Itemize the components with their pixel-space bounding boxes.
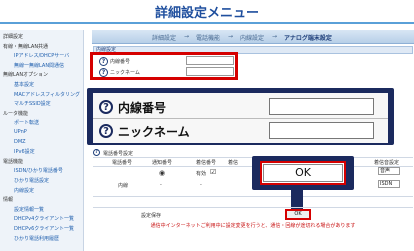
breadcrumb-current: アナログ端末設定 — [284, 35, 332, 42]
sidebar-link[interactable]: 設定情報一覧 — [14, 206, 94, 213]
sidebar-link[interactable]: マルチSSID設定 — [14, 100, 94, 107]
breadcrumb-item[interactable]: 詳細設定 — [152, 33, 176, 42]
ok-button-zoomed[interactable]: OK — [260, 161, 346, 185]
zoom-callout: ? 内線番号 ? ニックネーム — [87, 88, 394, 145]
breadcrumb-separator: → — [184, 33, 190, 40]
page-title: 詳細設定メニュー — [154, 6, 259, 21]
breadcrumb-item[interactable]: 電話機能 — [196, 33, 220, 42]
extension-row-label: 内線 — [118, 183, 129, 189]
sidebar-link[interactable]: ひかり電話利用履歴 — [14, 235, 94, 242]
breadcrumb-item[interactable]: 内線設定 — [240, 33, 264, 42]
help-icon[interactable]: ? — [99, 124, 113, 138]
zoom-nickname-label: ニックネーム — [118, 125, 190, 139]
help-icon[interactable]: ? — [99, 100, 113, 114]
col-notify-number: 通知番号 — [152, 160, 173, 166]
col-ring-setting: 着信音設定 — [374, 160, 400, 166]
sidebar-category[interactable]: 電話機能 — [3, 158, 83, 165]
line-select[interactable]: ISDN — [378, 180, 400, 188]
col-incoming: 着信 — [228, 160, 239, 166]
sidebar-link[interactable]: UPnP — [14, 129, 94, 135]
sidebar-link[interactable]: IPアドレス/DHCPサーバ — [14, 52, 94, 59]
sidebar-link[interactable]: DHCPv6クライアント一覧 — [14, 225, 94, 232]
col-phone-number: 電話番号 — [112, 160, 133, 166]
breadcrumb-separator: → — [228, 33, 234, 40]
sidebar-category[interactable]: 詳細設定 — [3, 33, 83, 40]
ring-select[interactable]: 音声 — [378, 167, 400, 175]
zoom-extension-label: 内線番号 — [118, 101, 167, 115]
save-label: 設定保存 — [141, 213, 162, 219]
sidebar-link[interactable]: ISDN/ひかり電話番号 — [14, 167, 94, 174]
sidebar-link[interactable]: IPv6設定 — [14, 148, 94, 155]
sidebar-category[interactable]: 情報 — [3, 196, 83, 203]
header-bar: 詳細設定メニュー — [0, 0, 414, 24]
extension-row-value: - — [160, 182, 162, 188]
sidebar-link[interactable]: MACアドレスフィルタリング — [14, 91, 94, 98]
section-phone-number-title: 電話番号設定 — [103, 151, 134, 157]
zoom-row-extension: ? 内線番号 — [93, 95, 388, 119]
sidebar-category[interactable]: 無線LANオプション — [3, 71, 83, 78]
breadcrumb-separator: → — [272, 33, 278, 40]
sidebar-category[interactable]: ルータ機能 — [3, 110, 83, 117]
sidebar-link[interactable]: ポート転送 — [14, 119, 94, 126]
sidebar-link[interactable]: 基本設定 — [14, 81, 94, 88]
sidebar-link[interactable]: ひかり電話設定 — [14, 177, 94, 184]
checkbox-icon[interactable]: ☑ — [210, 168, 216, 176]
zoom-extension-input[interactable] — [269, 98, 374, 115]
radio-icon[interactable]: ◉ — [159, 169, 165, 177]
zoom-row-nickname: ? ニックネーム — [93, 119, 388, 143]
sidebar: 詳細設定 有線・無線LAN共通 IPアドレス/DHCPサーバ 無線一無線LAN間通信無… — [0, 30, 84, 251]
zoom-nickname-input[interactable] — [269, 122, 374, 139]
enabled-label: 有効 — [196, 171, 207, 177]
sidebar-category[interactable]: 有線・無線LAN共通 — [3, 43, 83, 50]
col-incoming-number: 着信番号 — [196, 160, 217, 166]
warning-text: 通信中インターネットご利用中に設定変更を行うと、通信・回線が途切れる場合がありま… — [150, 223, 356, 229]
ok-button[interactable]: OK — [285, 209, 311, 220]
sidebar-link[interactable]: DHCPv4クライアント一覧 — [14, 215, 94, 222]
breadcrumb: 詳細設定 → 電話機能 → 内線設定 → アナログ端末設定 — [92, 30, 414, 44]
help-icon[interactable]: ? — [93, 149, 100, 156]
sidebar-link[interactable]: 内線設定 — [14, 187, 94, 194]
divider — [93, 207, 413, 208]
divider — [93, 196, 413, 197]
extension-row-value: - — [200, 182, 202, 188]
ok-zoom-callout: OK — [252, 156, 354, 190]
sidebar-link[interactable]: DMZ — [14, 139, 94, 145]
sidebar-link[interactable]: 無線一無線LAN間通信 — [14, 62, 94, 69]
highlight-box — [90, 52, 238, 80]
